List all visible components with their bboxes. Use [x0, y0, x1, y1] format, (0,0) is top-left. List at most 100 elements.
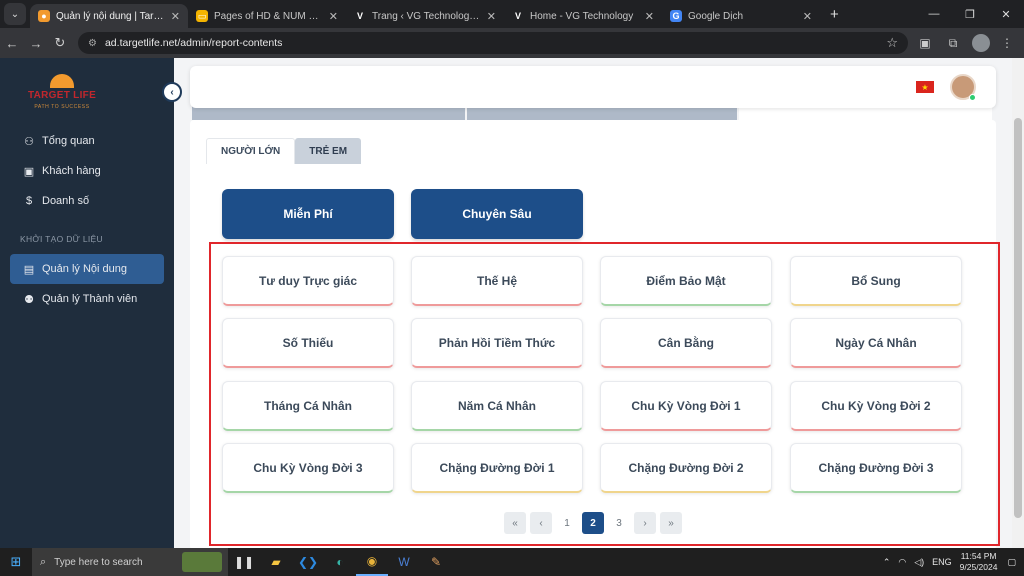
sidebar-item-overview[interactable]: ⚇ Tổng quan — [10, 126, 164, 156]
content-item[interactable]: Cân Bằng — [600, 318, 772, 368]
close-window-icon[interactable]: ✕ — [988, 0, 1024, 28]
window-controls: — ❐ ✕ — [916, 0, 1024, 28]
tab-adults[interactable]: NGƯỜI LỚN — [206, 138, 296, 164]
content-item[interactable]: Chu Kỳ Vòng Đời 1 — [600, 381, 772, 431]
content-item[interactable]: Tư duy Trực giác — [222, 256, 394, 306]
extension-icon[interactable]: ▣ — [914, 32, 936, 54]
browser-tab-1[interactable]: ● Quản lý nội dung | Target Life ✕ — [30, 4, 188, 28]
forward-icon[interactable]: → — [24, 36, 48, 51]
tab-search-icon[interactable]: ⌄ — [4, 3, 26, 25]
back-icon[interactable]: ← — [0, 36, 24, 51]
word-icon[interactable]: W — [388, 548, 420, 576]
sidebar-item-customers[interactable]: ▣ Khách hàng — [10, 156, 164, 186]
sun-logo-icon — [50, 74, 74, 88]
page-scrollbar[interactable] — [1012, 58, 1024, 548]
vscode-icon[interactable]: ❮❯ — [292, 548, 324, 576]
sidebar-item-label: Tổng quan — [42, 135, 95, 147]
content-item[interactable]: Bổ Sung — [790, 256, 962, 306]
search-highlight-image — [182, 552, 222, 572]
browser-menu-icon[interactable]: ⋮ — [996, 32, 1018, 54]
page-button[interactable]: 3 — [608, 512, 630, 534]
content-item[interactable]: Thế Hệ — [411, 256, 583, 306]
url-bar[interactable]: ⚙ ad.targetlife.net/admin/report-content… — [78, 32, 908, 54]
top-header: ★ — [190, 66, 996, 108]
tab-title: Pages of HD & NUM web - Goo — [214, 10, 323, 22]
free-category-button[interactable]: Miễn Phí — [222, 189, 394, 239]
taskbar-search-placeholder: Type here to search — [54, 556, 143, 568]
bookmark-star-icon[interactable]: ☆ — [886, 35, 898, 51]
tab-children[interactable]: TRẺ EM — [295, 138, 362, 164]
chevron-up-icon[interactable]: ⌃ — [883, 557, 891, 568]
app-logo[interactable]: TARGET LIFE PATH TO SUCCESS — [20, 74, 104, 114]
content-item[interactable]: Tháng Cá Nhân — [222, 381, 394, 431]
browser-tab-3[interactable]: V Trang ‹ VG Technology — Word ✕ — [346, 4, 504, 28]
file-explorer-icon[interactable]: ▰ — [260, 548, 292, 576]
tab-title: Home - VG Technology — [530, 10, 634, 22]
restore-icon[interactable]: ❐ — [952, 0, 988, 28]
task-view-icon[interactable]: ❚❚ — [228, 548, 260, 576]
notification-icon[interactable]: ▢ — [1007, 557, 1016, 568]
sidebar: TARGET LIFE PATH TO SUCCESS ⚇ Tổng quan … — [0, 58, 174, 548]
logo-tagline: PATH TO SUCCESS — [34, 104, 90, 110]
content-item[interactable]: Số Thiếu — [222, 318, 394, 368]
language-indicator[interactable]: ENG — [932, 557, 952, 567]
vg-icon: V — [356, 11, 363, 21]
in-depth-category-button[interactable]: Chuyên Sâu — [411, 189, 583, 239]
close-icon[interactable]: ✕ — [645, 10, 654, 23]
sidebar-item-sales[interactable]: $ Doanh số — [10, 186, 164, 216]
sidebar-section-title: KHỞI TẠO DỮ LIỆU — [20, 234, 103, 244]
new-tab-icon[interactable]: + — [830, 6, 839, 23]
paint-icon[interactable]: ✎ — [420, 548, 452, 576]
sidebar-item-label: Khách hàng — [42, 165, 101, 177]
content-item[interactable]: Điểm Bảo Mật — [600, 256, 772, 306]
close-icon[interactable]: ✕ — [329, 10, 338, 23]
close-icon[interactable]: ✕ — [803, 10, 812, 23]
taskbar-search-box[interactable]: ⌕ Type here to search — [32, 548, 228, 576]
sidebar-collapse-button[interactable]: ‹ — [162, 82, 182, 102]
page-button[interactable]: 1 — [556, 512, 578, 534]
chrome-icon[interactable]: ◉ — [356, 548, 388, 576]
dollar-icon: $ — [25, 195, 33, 207]
content-item[interactable]: Năm Cá Nhân — [411, 381, 583, 431]
sidebar-item-content-management[interactable]: ▤ Quản lý Nội dung — [10, 254, 164, 284]
scrollbar-thumb[interactable] — [1014, 118, 1022, 518]
browser-tab-4[interactable]: V Home - VG Technology ✕ — [504, 4, 662, 28]
content-item[interactable]: Chu Kỳ Vòng Đời 3 — [222, 443, 394, 493]
volume-icon[interactable]: ◁) — [914, 557, 924, 568]
minimize-icon[interactable]: — — [916, 0, 952, 28]
extensions-puzzle-icon[interactable]: ⧉ — [942, 32, 964, 54]
contact-icon: ▣ — [23, 165, 35, 178]
vietnam-flag-icon[interactable]: ★ — [916, 81, 934, 93]
profile-avatar[interactable] — [972, 34, 990, 52]
browser-tab-bar: ⌄ ● Quản lý nội dung | Target Life ✕ ▭ P… — [0, 0, 1024, 28]
system-tray: ⌃ ◠ ◁) ENG 11:54 PM 9/25/2024 ▢ — [883, 548, 1024, 576]
clock[interactable]: 11:54 PM 9/25/2024 — [960, 551, 998, 573]
network-icon[interactable]: ◠ — [898, 557, 906, 568]
browser-tab-2[interactable]: ▭ Pages of HD & NUM web - Goo ✕ — [188, 4, 346, 28]
browser-tab-5[interactable]: G Google Dịch ✕ — [662, 4, 820, 28]
content-item[interactable]: Chặng Đường Đời 3 — [790, 443, 962, 493]
close-icon[interactable]: ✕ — [487, 10, 496, 23]
dashboard-icon: ⚇ — [24, 135, 34, 148]
windows-start-icon[interactable]: ⊞ — [0, 554, 32, 570]
last-page-button[interactable]: » — [660, 512, 682, 534]
sidebar-item-label: Quản lý Nội dung — [42, 263, 127, 275]
content-item[interactable]: Ngày Cá Nhân — [790, 318, 962, 368]
users-icon: ⚉ — [24, 293, 34, 306]
sidebar-item-member-management[interactable]: ⚉ Quản lý Thành viên — [10, 284, 164, 314]
prev-page-button[interactable]: ‹ — [530, 512, 552, 534]
edge-icon[interactable]: ◐ — [324, 548, 356, 576]
site-info-icon[interactable]: ⚙ — [88, 38, 97, 49]
content-item[interactable]: Chu Kỳ Vòng Đời 2 — [790, 381, 962, 431]
content-item[interactable]: Chặng Đường Đời 2 — [600, 443, 772, 493]
sidebar-item-label: Doanh số — [42, 195, 90, 207]
reload-icon[interactable]: ↻ — [48, 35, 72, 51]
current-page-button[interactable]: 2 — [582, 512, 604, 534]
first-page-button[interactable]: « — [504, 512, 526, 534]
tab-title: Trang ‹ VG Technology — Word — [372, 10, 481, 22]
close-icon[interactable]: ✕ — [171, 10, 180, 23]
next-page-button[interactable]: › — [634, 512, 656, 534]
content-item[interactable]: Phản Hồi Tiềm Thức — [411, 318, 583, 368]
content-item[interactable]: Chặng Đường Đời 1 — [411, 443, 583, 493]
folder-icon: ▤ — [23, 263, 35, 276]
